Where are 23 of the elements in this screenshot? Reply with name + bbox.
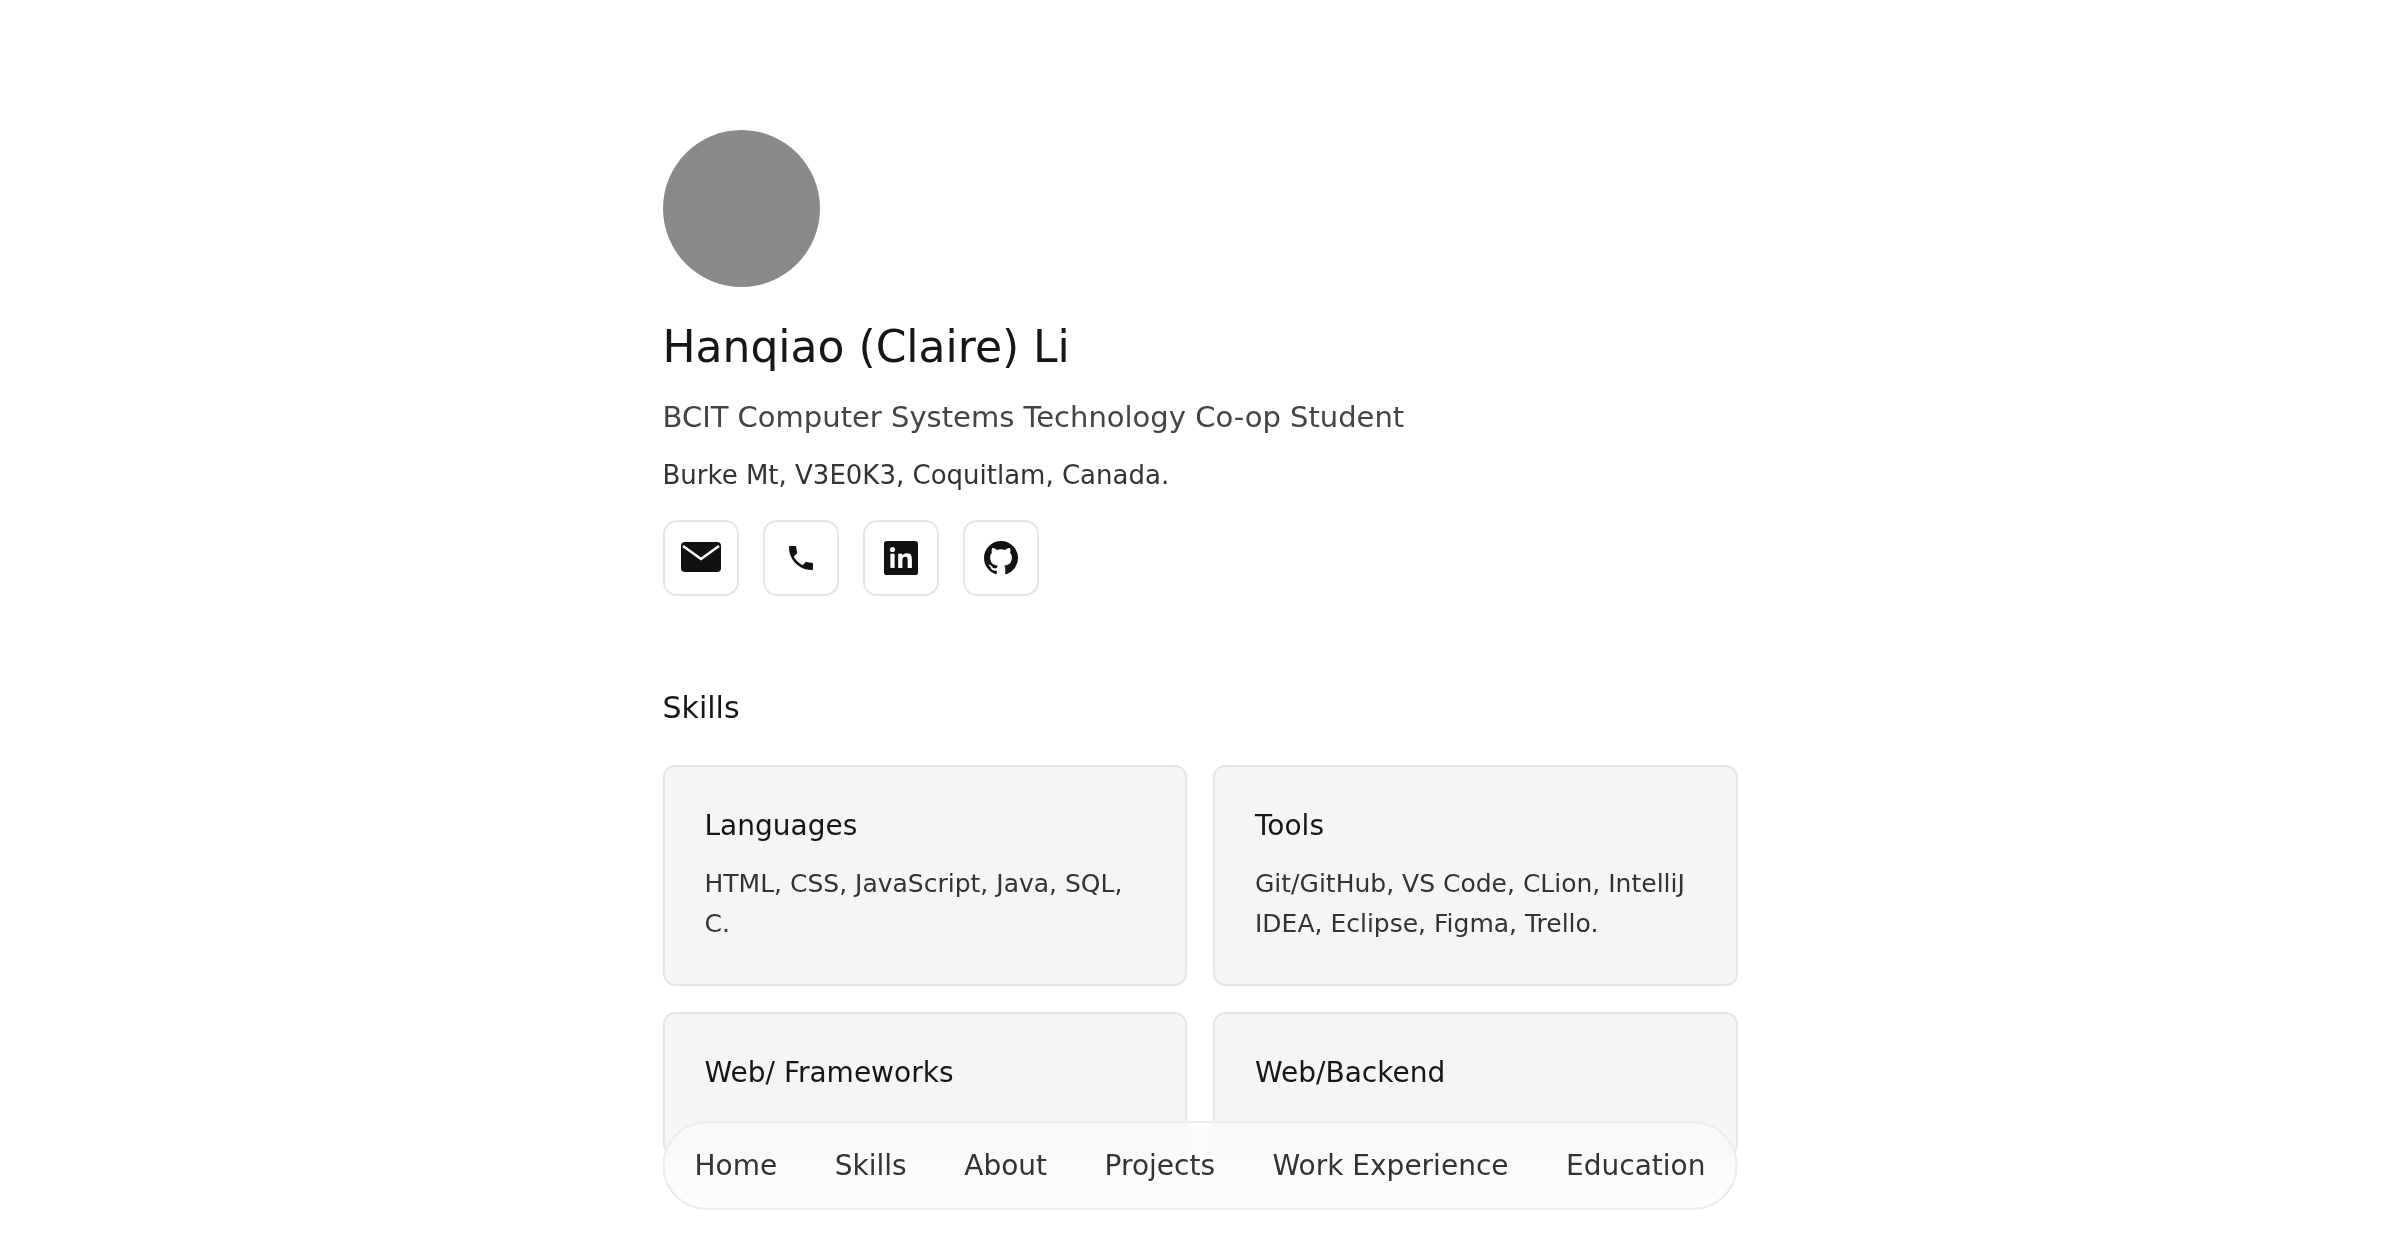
- card-text: HTML, CSS, JavaScript, Java, SQL, C.: [704, 868, 1124, 940]
- envelope-icon: [680, 542, 721, 574]
- github-button[interactable]: [962, 520, 1039, 596]
- card-title: Tools: [1255, 809, 1325, 842]
- nav-link[interactable]: Work Experience: [1272, 1149, 1509, 1182]
- phone-button[interactable]: [762, 520, 839, 596]
- profile-title: BCIT Computer Systems Technology Co-op Student: [662, 400, 1406, 434]
- nav-link[interactable]: About: [964, 1149, 1048, 1182]
- card-text: Git/GitHub, VS Code, CLion, IntelliJ IDEA, Eclipse, Figma, Trello.: [1255, 868, 1686, 940]
- card-title: Languages: [704, 809, 859, 842]
- linkedin-icon: [883, 541, 918, 575]
- nav-link[interactable]: Projects: [1104, 1149, 1215, 1182]
- nav-link[interactable]: Skills: [834, 1149, 907, 1182]
- linkedin-button[interactable]: [862, 520, 939, 596]
- email-button[interactable]: [662, 520, 739, 596]
- profile-name: Hanqiao (Claire) Li: [662, 321, 1071, 372]
- profile-location: Burke Mt, V3E0K3, Coquitlam, Canada.: [662, 460, 1171, 490]
- nav-link[interactable]: Home: [694, 1149, 778, 1182]
- section-heading: Skills: [662, 690, 741, 725]
- card-title: Web/ Frameworks: [704, 1056, 955, 1089]
- nav-link[interactable]: Education: [1566, 1149, 1706, 1182]
- card-title: Web/Backend: [1255, 1056, 1447, 1089]
- github-icon: [983, 541, 1018, 575]
